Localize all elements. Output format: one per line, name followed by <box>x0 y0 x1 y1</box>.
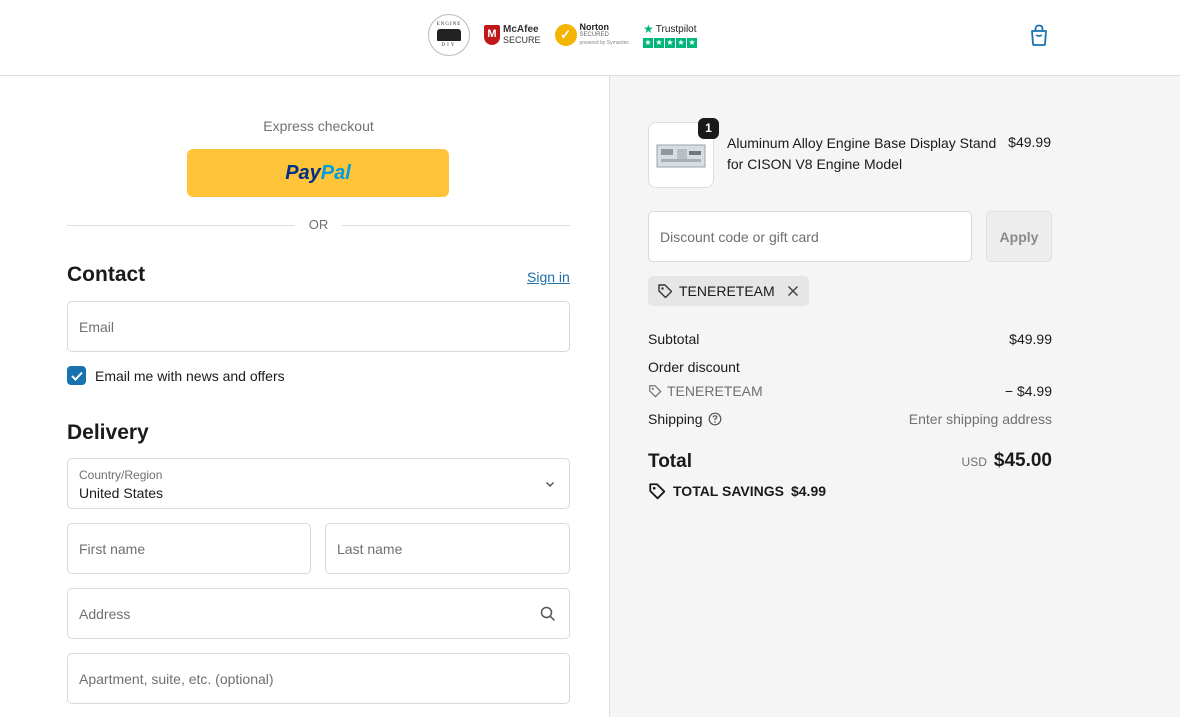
divider-line-right <box>342 225 570 226</box>
or-label: OR <box>308 217 329 232</box>
discount-code-input[interactable] <box>660 212 960 261</box>
engine-logo-top-text: ENGINE <box>436 22 462 27</box>
total-savings: TOTAL SAVINGS $4.99 <box>648 482 826 500</box>
contact-title: Contact <box>67 263 146 286</box>
norton-by: powered by Symantec <box>579 40 629 46</box>
trustpilot-star-icon: ★ <box>643 22 654 36</box>
address-input[interactable] <box>79 589 558 638</box>
email-input[interactable] <box>79 302 558 351</box>
shipping-row: Shipping Enter shipping address <box>648 411 1052 427</box>
country-select[interactable]: Country/Region United States <box>67 458 570 509</box>
tag-icon <box>658 284 673 299</box>
newsletter-label: Email me with news and offers <box>95 367 285 384</box>
norton-check-icon: ✓ <box>554 24 577 46</box>
order-discount-label: Order discount <box>648 359 740 375</box>
discount-code-field[interactable] <box>648 211 972 262</box>
last-name-field[interactable] <box>325 523 570 574</box>
first-name-field[interactable] <box>67 523 311 574</box>
checkout-header: ENGINE DIY M McAfee SECURE ✓ Norton SECU… <box>0 0 1180 76</box>
country-label: Country/Region <box>79 468 163 482</box>
savings-value: $4.99 <box>790 483 827 499</box>
paypal-logo-pal: Pal <box>320 161 351 184</box>
subtotal-value: $49.99 <box>1009 331 1052 347</box>
paypal-logo-pay: Pay <box>285 161 321 184</box>
apply-discount-button[interactable]: Apply <box>986 211 1052 262</box>
product-thumbnail: 1 <box>648 118 719 188</box>
country-value: United States <box>79 485 164 501</box>
search-icon <box>540 606 556 621</box>
help-icon[interactable] <box>708 412 722 426</box>
tag-icon <box>649 483 666 500</box>
order-summary: 1 Aluminum Alloy Engine Base Display Sta… <box>609 76 1180 717</box>
or-divider: OR <box>67 216 570 234</box>
applied-discount-chip: TENERETEAM <box>648 276 809 306</box>
shopping-bag-icon[interactable] <box>1028 23 1050 47</box>
engine-logo-graphic <box>437 29 461 41</box>
trustpilot-rating: ★ ★ ★ ★ ★ <box>643 38 697 48</box>
product-price: $49.99 <box>1008 134 1051 150</box>
mcafee-sub: SECURE <box>503 35 541 45</box>
apartment-field[interactable] <box>67 653 570 704</box>
shipping-value: Enter shipping address <box>908 411 1052 427</box>
divider-line-left <box>67 225 295 226</box>
norton-sub: SECURED <box>579 32 609 38</box>
engine-logo-bottom-text: DIY <box>441 43 457 48</box>
trust-badges: ENGINE DIY M McAfee SECURE ✓ Norton SECU… <box>428 14 697 56</box>
discount-code-label: TENERETEAM <box>667 383 763 399</box>
currency-code: USD <box>961 455 987 469</box>
newsletter-option: Email me with news and offers <box>67 366 285 385</box>
norton-brand: Norton <box>579 22 610 32</box>
sign-in-link[interactable]: Sign in <box>527 269 570 285</box>
total-label: Total <box>648 451 692 472</box>
newsletter-checkbox[interactable] <box>67 366 86 385</box>
subtotal-row: Subtotal $49.99 <box>648 331 1052 347</box>
product-image <box>656 144 706 168</box>
trustpilot-brand: Trustpilot <box>655 23 697 35</box>
delivery-title: Delivery <box>67 421 149 444</box>
email-field[interactable] <box>67 301 570 352</box>
savings-label: TOTAL SAVINGS <box>673 483 784 499</box>
quantity-badge: 1 <box>698 118 719 139</box>
chevron-down-icon <box>545 481 555 488</box>
tag-icon <box>649 385 662 398</box>
total-row: Total USD $45.00 <box>648 450 1052 473</box>
last-name-input[interactable] <box>337 524 558 573</box>
engine-diy-logo: ENGINE DIY <box>428 14 470 56</box>
checkout-form: Express checkout Pay Pal OR Contact Sign … <box>0 76 609 717</box>
subtotal-label: Subtotal <box>648 331 700 347</box>
shipping-label: Shipping <box>648 411 703 427</box>
checkmark-icon <box>70 371 83 381</box>
norton-secured-badge: ✓ Norton SECURED powered by Symantec <box>554 22 629 47</box>
total-value: $45.00 <box>993 450 1052 471</box>
mcafee-shield-icon: M <box>484 25 500 45</box>
mcafee-secure-badge: M McAfee SECURE <box>484 25 541 45</box>
apartment-input[interactable] <box>79 654 558 703</box>
discount-value: − $4.99 <box>1004 383 1052 399</box>
discount-detail-row: TENERETEAM − $4.99 <box>648 383 1052 401</box>
mcafee-brand: McAfee <box>503 24 539 35</box>
product-name: Aluminum Alloy Engine Base Display Stand… <box>727 135 997 172</box>
express-checkout-label: Express checkout <box>263 118 374 134</box>
trustpilot-badge: ★ Trustpilot ★ ★ ★ ★ ★ <box>643 22 697 48</box>
first-name-input[interactable] <box>79 524 299 573</box>
remove-discount-icon[interactable] <box>787 285 799 297</box>
paypal-button[interactable]: Pay Pal <box>187 149 449 197</box>
order-discount-row: Order discount <box>648 359 1052 375</box>
address-field[interactable] <box>67 588 570 639</box>
applied-discount-code: TENERETEAM <box>679 283 775 299</box>
